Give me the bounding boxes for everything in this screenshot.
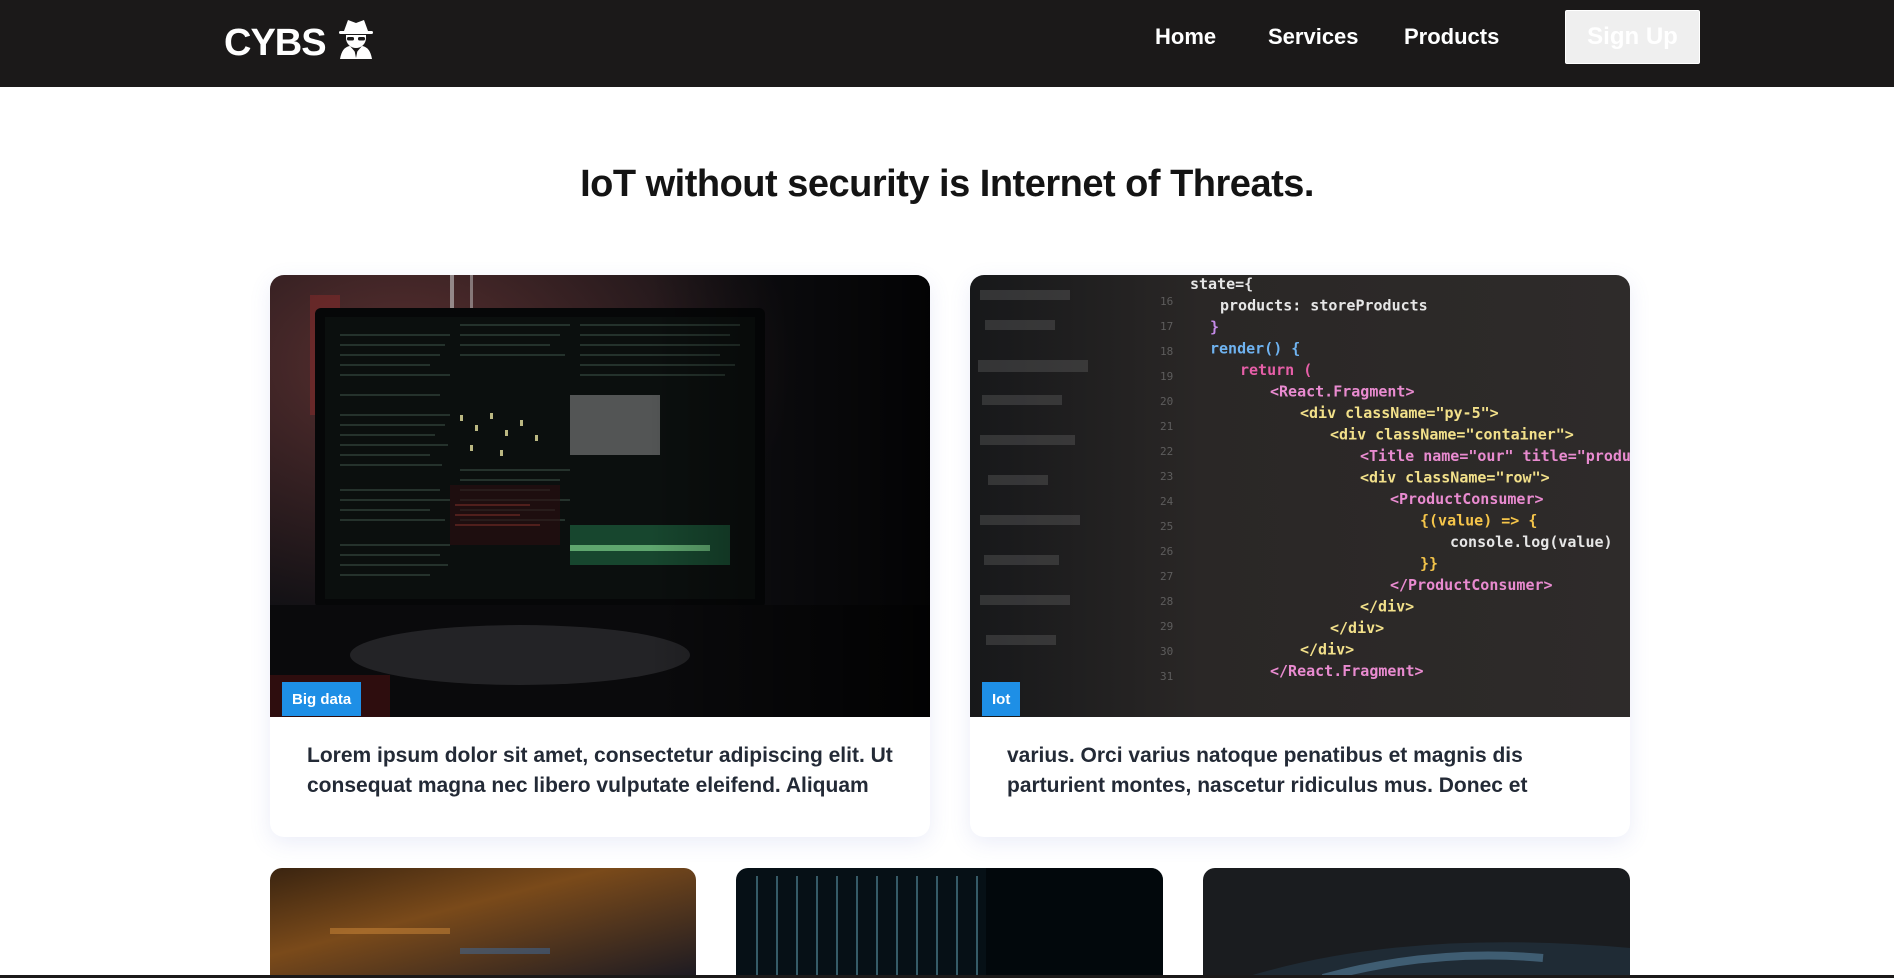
code-line: <div className="container"> (1330, 426, 1574, 444)
category-tag[interactable]: Big data (282, 682, 362, 716)
security-screen-image[interactable] (1203, 868, 1630, 978)
top-navbar: CYBS Home Services Products Sign Up (0, 0, 1894, 87)
nav-home-link[interactable]: Home (1155, 24, 1216, 54)
nav-services-link[interactable]: Services (1268, 24, 1359, 54)
code-line: state={ (1190, 275, 1253, 293)
hacker-monitor-terminal-image (270, 275, 930, 717)
code-line: } (1210, 318, 1219, 336)
code-line: {(value) => { (1420, 512, 1537, 530)
code-line: </div> (1360, 598, 1414, 616)
matrix-data-image[interactable] (736, 868, 1163, 978)
card-excerpt-line: parturient montes, nascetur ridiculus mu… (1007, 774, 1528, 797)
code-overlay: state={ products: storeProducts} render() … (1190, 275, 1630, 680)
code-line: </React.Fragment> (1270, 662, 1424, 680)
article-card-iot[interactable]: 16 17 18 19 20 21 22 23 24 25 26 27 28 29 30 31 st… (970, 275, 1630, 837)
code-line: }} (1420, 555, 1438, 573)
orange-code-blur-image[interactable] (270, 868, 696, 978)
article-card-big-data[interactable]: Big data Lorem ipsum dolor sit amet, con… (270, 275, 930, 837)
code-line: products: storeProducts (1220, 297, 1428, 315)
card-excerpt: Lorem ipsum dolor sit amet, consectetur … (307, 741, 907, 801)
card-excerpt-line: consequat magna nec libero vulputate ele… (307, 774, 869, 797)
code-line: <div className="row"> (1360, 469, 1550, 487)
spy-icon (336, 17, 376, 69)
react-code-screen-image: 16 17 18 19 20 21 22 23 24 25 26 27 28 29 30 31 st… (970, 275, 1630, 717)
brand-logo[interactable]: CYBS (224, 17, 376, 69)
code-line: </ProductConsumer> (1390, 576, 1553, 594)
code-line: console.log(value) (1450, 533, 1613, 551)
card-excerpt-line: varius. Orci varius natoque penatibus et… (1007, 744, 1523, 767)
page-headline: IoT without security is Internet of Thre… (580, 163, 1314, 205)
code-line: </div> (1300, 641, 1354, 659)
code-line: <ProductConsumer> (1390, 490, 1544, 508)
code-line: return ( (1240, 361, 1312, 379)
card-excerpt: varius. Orci varius natoque penatibus et… (1007, 741, 1607, 801)
card-excerpt-line: Lorem ipsum dolor sit amet, consectetur … (307, 744, 893, 767)
code-line: <Title name="our" title="product (1360, 447, 1630, 465)
code-line: <div className="py-5"> (1300, 404, 1499, 422)
logo-text: CYBS (224, 21, 327, 64)
code-line: <React.Fragment> (1270, 383, 1415, 401)
nav-products-link[interactable]: Products (1404, 24, 1499, 54)
code-line: render() { (1210, 340, 1300, 358)
category-tag[interactable]: Iot (982, 682, 1021, 716)
sign-up-button[interactable]: Sign Up (1565, 10, 1700, 64)
code-line: </div> (1330, 619, 1384, 637)
